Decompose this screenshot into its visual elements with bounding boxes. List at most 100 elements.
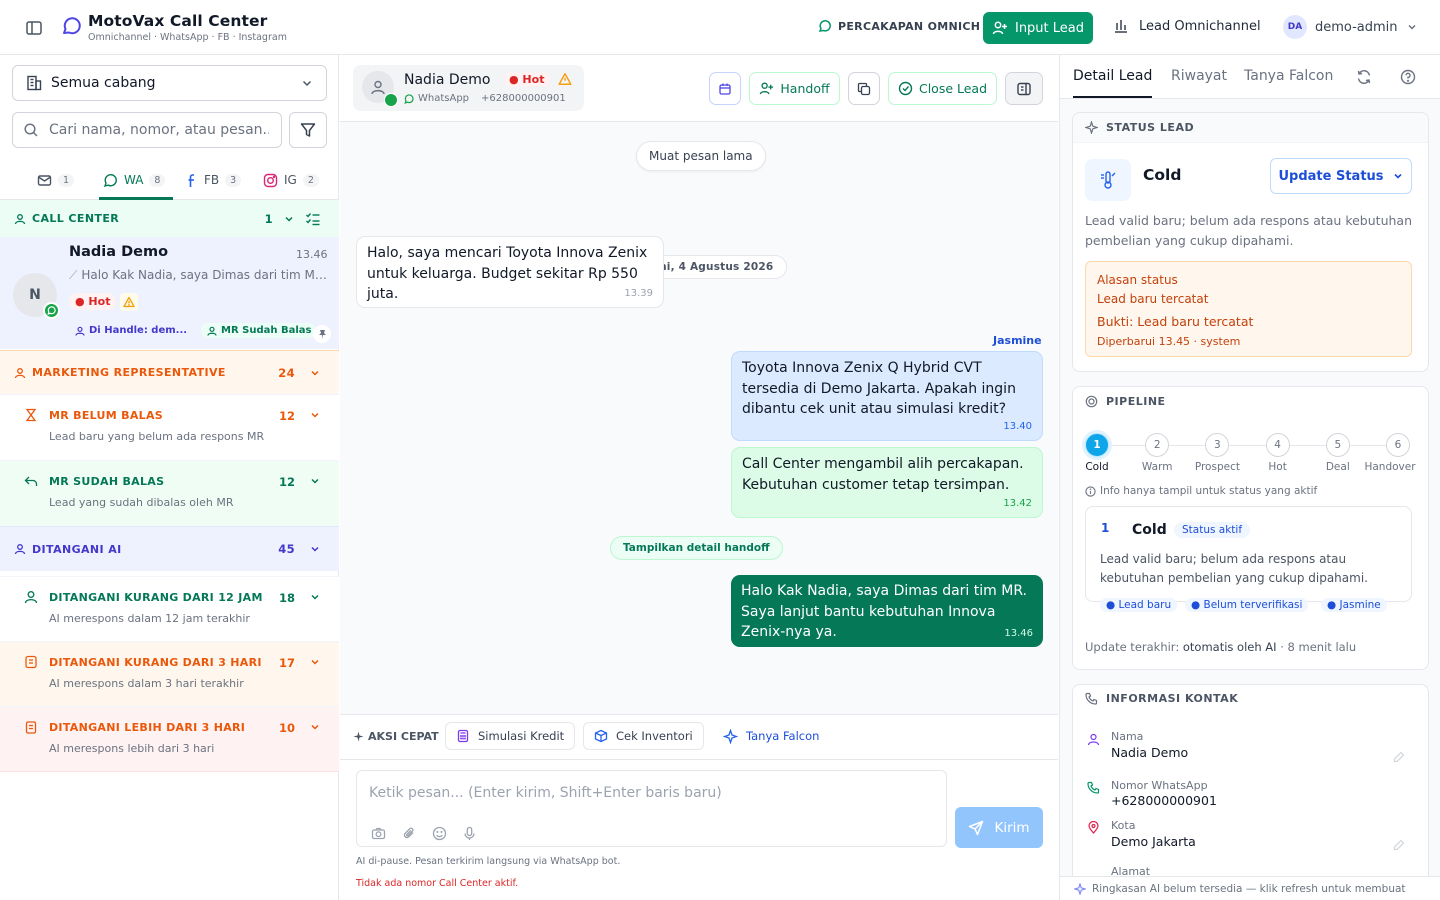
tanya-falcon-button[interactable]: Tanya Falcon [712,722,831,750]
stage-description: Lead valid baru; belum ada respons atau … [1100,552,1368,585]
refresh-icon[interactable] [1356,69,1372,85]
group-marketing-label: MARKETING REPRESENTATIVE [32,366,226,379]
pipeline-connector [1349,445,1386,446]
pipeline-step-label: Prospect [1194,461,1240,473]
group-call-center-label: CALL CENTER [32,212,120,225]
pipeline-last-update: Update terakhir: otomatis oleh AI · 8 me… [1085,640,1356,654]
tab-facebook[interactable]: FB 3 [186,167,242,193]
brand-title: MotoVax Call Center [88,12,268,30]
ai-summary-bar[interactable]: Ringkasan AI belum tersedia — klik refre… [1060,876,1440,900]
sent-check-icon: ⟋ [69,268,78,282]
message-outgoing-agent: Halo Kak Nadia, saya Dimas dari tim MR. … [731,575,1043,647]
pipeline-step-handover[interactable]: 6 [1386,433,1410,457]
user-menu[interactable]: DA demo-admin [1283,15,1418,39]
group-mr-sudah-count: 12 [278,475,295,489]
microphone-icon[interactable] [462,826,477,841]
tab-inbox[interactable]: 1 [37,167,75,193]
emoji-icon[interactable] [432,826,447,841]
group-ai-3-hari[interactable]: DITANGANI KURANG DARI 3 HARI 17 AI meres… [0,641,339,706]
group-mr-sudah-balas[interactable]: MR SUDAH BALAS 12 Lead yang sudah dibala… [0,460,339,526]
clipboard-icon [24,720,38,734]
message-outgoing-ai: Toyota Innova Zenix Q Hybrid CVT tersedi… [731,351,1043,441]
box-icon [594,729,608,743]
group-ai-3-hari-label: DITANGANI KURANG DARI 3 HARI [49,656,262,669]
pipeline-step-cold[interactable]: 1 [1085,433,1109,457]
sidebar-toggle-icon[interactable] [24,18,44,38]
conversation-item[interactable]: N Nadia Demo 13.46 ⟋ Halo Kak Nadia, saya… [0,237,339,349]
message-input[interactable] [369,785,934,809]
lead-omnichannel-link[interactable]: Lead Omnichannel [1113,18,1261,34]
contact-chip[interactable]: Nadia Demo ● Hot WhatsApp +628000000901 [353,65,584,111]
help-icon[interactable] [1400,69,1416,85]
omnichannel-chat-link[interactable]: PERCAKAPAN OMNICH [818,19,980,33]
group-call-center[interactable]: CALL CENTER 1 [0,200,339,237]
paperclip-icon[interactable] [402,826,417,841]
conversation-name: Nadia Demo [69,244,169,260]
pipeline-stage-detail: 1 Cold Status aktif Lead valid baru; bel… [1085,506,1412,612]
group-ai-lebih-3-hari[interactable]: DITANGANI LEBIH DARI 3 HARI 10 AI meresp… [0,706,339,772]
tab-tanya-falcon[interactable]: Tanya Falcon [1244,68,1333,84]
pipeline-step-hot[interactable]: 4 [1265,433,1290,457]
show-handoff-detail-button[interactable]: Tampilkan detail handoff [610,536,783,560]
group-ai-lebih-3-desc: AI merespons lebih dari 3 hari [49,742,215,755]
inbox-icon [37,173,52,188]
whatsapp-badge-icon [43,302,60,319]
pipeline-step-warm[interactable]: 2 [1145,433,1170,457]
simulasi-kredit-button[interactable]: Simulasi Kredit [445,722,576,750]
tab-instagram[interactable]: IG 2 [263,167,319,193]
close-lead-button[interactable]: Close Lead [888,72,997,105]
filter-button[interactable] [289,112,327,148]
search-input[interactable] [49,122,269,138]
group-ai-12-jam-label: DITANGANI KURANG DARI 12 JAM [49,591,263,604]
handoff-button[interactable]: Handoff [749,72,840,105]
edit-icon[interactable] [1393,751,1405,763]
group-ai-12-jam[interactable]: DITANGANI KURANG DARI 12 JAM 18 AI meres… [0,576,339,641]
user-icon [1087,733,1100,746]
info-icon [1085,485,1096,497]
status-lead-heading-text: STATUS LEAD [1106,121,1195,134]
send-button[interactable]: Kirim [955,807,1043,848]
map-pin-icon [1087,821,1100,834]
chevron-down-icon [309,721,321,733]
toggle-detail-button[interactable] [1005,72,1043,105]
group-mr-belum-balas[interactable]: MR BELUM BALAS 12 Lead baru yang belum a… [0,394,339,460]
pipeline-step-deal[interactable]: 5 [1325,433,1350,457]
camera-icon[interactable] [371,826,386,841]
edit-icon[interactable] [1393,839,1405,851]
update-status-button[interactable]: Update Status [1270,158,1412,194]
contact-info-card: INFORMASI KONTAK Nama Nadia Demo Nomor W… [1072,684,1429,884]
group-ai-3-hari-count: 17 [278,656,295,670]
input-lead-button[interactable]: Input Lead [983,12,1093,44]
group-call-center-count: 1 [264,211,273,226]
branch-select[interactable]: Semua cabang [12,65,327,101]
group-ditangani-ai[interactable]: DITANGANI AI 45 [0,526,339,571]
status-reason-label: Alasan status [1097,273,1178,287]
hot-badge: ● Hot [69,293,117,310]
status-reason-value: Lead baru tercatat [1097,292,1209,306]
composer-area: Kirim AI di-pause. Pesan terkirim langsu… [340,760,1058,900]
no-call-center-note: Tidak ada nomor Call Center aktif. [356,878,519,889]
group-ai-3-hari-desc: AI merespons dalam 3 hari terakhir [49,677,244,690]
group-ai-lebih-3-label: DITANGANI LEBIH DARI 3 HARI [49,721,246,734]
stage-tag: ● Lead baru [1100,598,1178,612]
conversation-time: 13.46 [296,248,328,261]
tab-whatsapp-label: WA [124,173,144,187]
tab-riwayat[interactable]: Riwayat [1171,68,1227,84]
message-time: 13.39 [624,287,653,299]
tab-whatsapp[interactable]: WA 8 [98,167,175,200]
list-check-icon[interactable] [305,212,321,226]
tab-detail-lead[interactable]: Detail Lead [1073,68,1153,98]
load-older-button[interactable]: Muat pesan lama [636,141,766,171]
conversation-preview: ⟋ Halo Kak Nadia, saya Dimas dari tim MR.… [69,268,327,283]
pipeline-step-prospect[interactable]: 3 [1205,433,1230,457]
hourglass-icon [24,408,38,422]
pipeline-connector [1289,445,1326,446]
contact-phone-label: Nomor WhatsApp [1111,779,1208,792]
cek-inventori-button[interactable]: Cek Inventori [583,722,704,750]
group-marketing-representative[interactable]: MARKETING REPRESENTATIVE 24 [0,350,339,394]
instagram-icon [263,173,278,188]
calendar-button[interactable] [709,72,741,105]
copy-button[interactable] [848,72,880,105]
pin-icon[interactable] [313,325,331,343]
contact-channel-info: WhatsApp +628000000901 [404,93,566,104]
